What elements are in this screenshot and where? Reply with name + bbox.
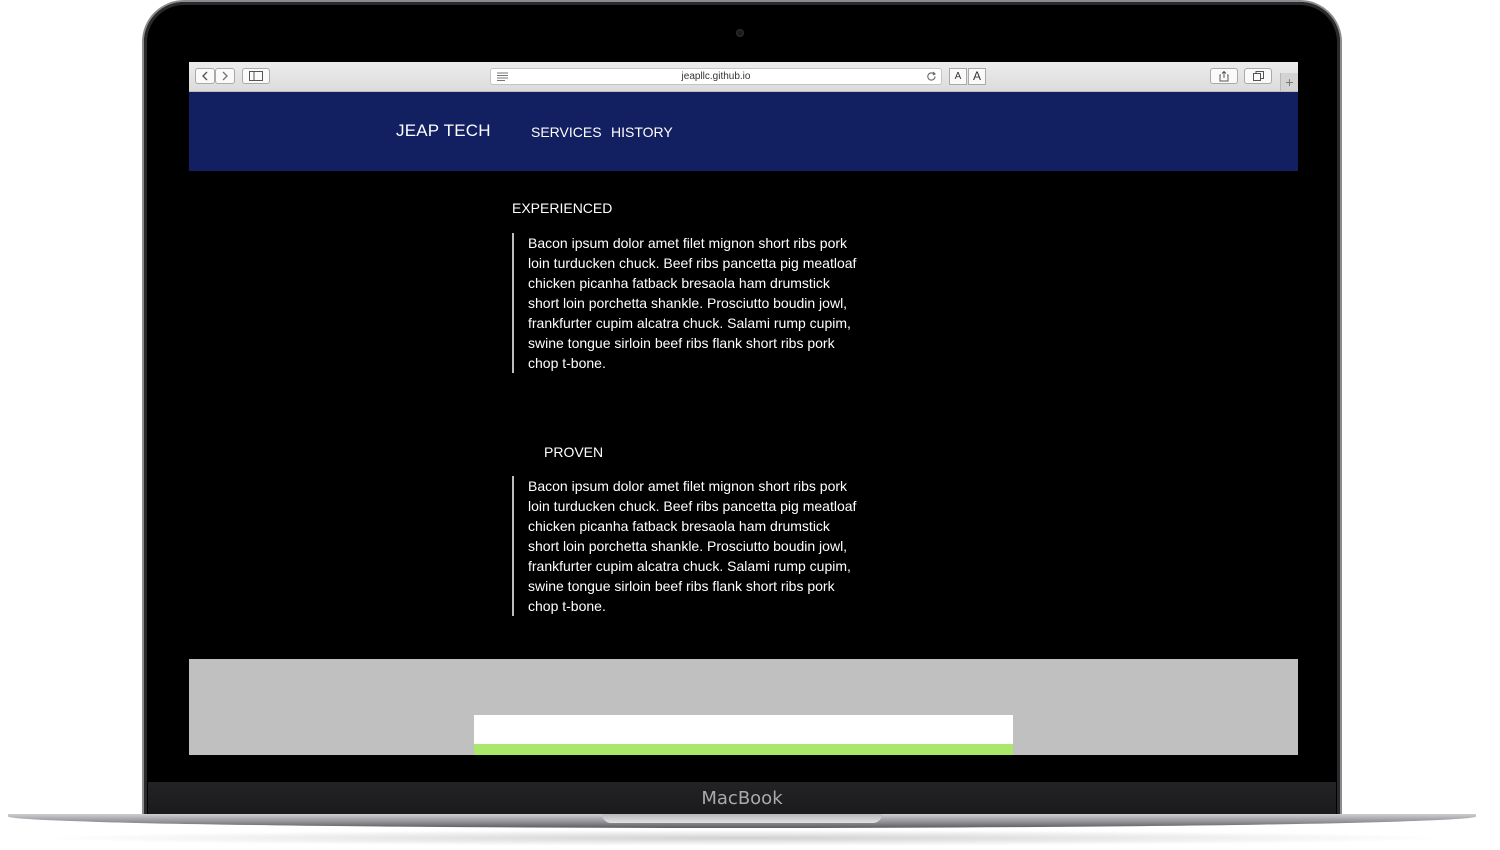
chevron-left-icon [202, 71, 208, 81]
section-title-experienced: EXPERIENCED [512, 200, 613, 216]
address-bar[interactable]: jeapllc.github.io [490, 68, 942, 85]
footer-band [189, 659, 1298, 755]
font-larger-button[interactable]: A [968, 68, 986, 85]
section-body-experienced: Bacon ipsum dolor amet filet mignon shor… [512, 233, 858, 373]
sidebar-button[interactable] [242, 68, 270, 84]
new-tab-button[interactable]: + [1280, 73, 1298, 91]
screen: jeapllc.github.io A A + JEAP TECH SERVIC… [189, 62, 1298, 755]
section-title-proven: PROVEN [544, 444, 604, 460]
font-smaller-button[interactable]: A [949, 68, 967, 85]
footer-accent-strip [474, 744, 1013, 755]
laptop-mockup: MacBook jeapllc.github.io A A + JEAP TEC… [0, 0, 1500, 850]
site-header: JEAP TECH SERVICES HISTORY [189, 92, 1298, 171]
forward-button[interactable] [215, 68, 235, 84]
camera-icon [736, 29, 744, 37]
chevron-right-icon [222, 71, 228, 81]
laptop-shadow [30, 830, 1460, 846]
laptop-base-notch [602, 814, 882, 823]
url-text: jeapllc.github.io [681, 71, 751, 82]
tabs-overview-button[interactable] [1244, 68, 1272, 84]
footer-card [474, 715, 1013, 755]
share-button[interactable] [1210, 68, 1238, 84]
macbook-label: MacBook [701, 788, 783, 809]
nav-link-services[interactable]: SERVICES [531, 124, 602, 140]
section-body-proven: Bacon ipsum dolor amet filet mignon shor… [512, 476, 858, 616]
site-brand[interactable]: JEAP TECH [396, 121, 491, 141]
sidebar-icon [249, 71, 263, 81]
share-icon [1219, 71, 1229, 82]
tabs-icon [1252, 71, 1264, 81]
nav-link-history[interactable]: HISTORY [611, 124, 673, 140]
back-button[interactable] [195, 68, 215, 84]
browser-toolbar: jeapllc.github.io A A + [189, 62, 1298, 92]
reload-icon[interactable] [926, 71, 937, 82]
